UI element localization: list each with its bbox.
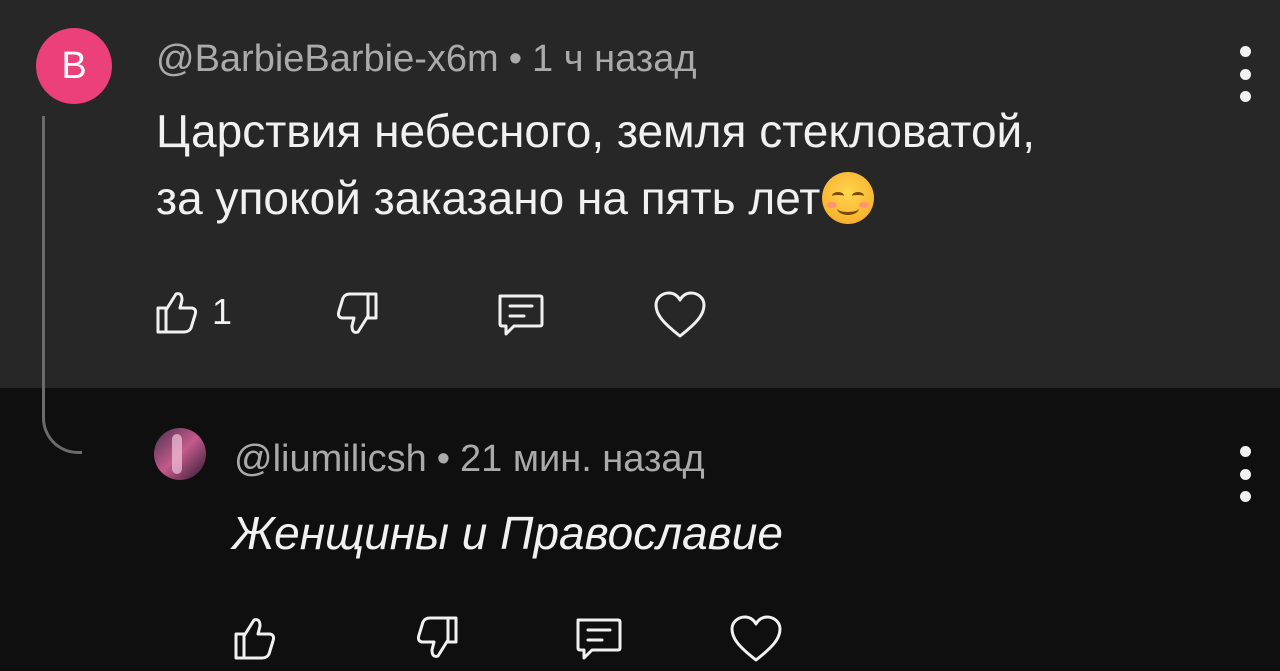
heart-button[interactable]	[652, 290, 708, 340]
reply-time[interactable]: 21 мин. назад	[460, 438, 705, 480]
dislike-button[interactable]	[332, 290, 380, 338]
reply-more-options-icon[interactable]	[1235, 446, 1255, 502]
thumbs-up-icon	[156, 292, 198, 334]
reply-username[interactable]: @liumilicsh	[234, 438, 427, 480]
reply-avatar[interactable]	[154, 428, 206, 480]
reply-comment-icon	[498, 294, 544, 336]
comment-text-line-1: Царствия небесного, земля стекловатой,	[156, 105, 1036, 157]
comment-time[interactable]: 1 ч назад	[532, 38, 696, 80]
reply-like-button[interactable]	[232, 614, 278, 662]
like-count: 1	[212, 291, 233, 332]
thumbs-up-icon	[234, 618, 276, 660]
reply-comment-icon	[576, 618, 622, 660]
like-button[interactable]: 1	[154, 288, 232, 336]
comment-meta: @BarbieBarbie-x6m • 1 ч назад	[156, 38, 697, 81]
reply-text: Женщины и Православие	[232, 507, 783, 559]
reply-heart-button[interactable]	[728, 614, 784, 664]
thumbs-down-icon	[416, 616, 458, 658]
avatar-letter: B	[61, 44, 87, 87]
reply-meta-separator: •	[436, 438, 451, 480]
avatar[interactable]: B	[36, 28, 112, 104]
meta-separator: •	[508, 38, 523, 80]
reply-button[interactable]	[494, 290, 546, 340]
comment-text: Царствия небесного, земля стекловатой, з…	[156, 98, 1035, 231]
reply-dislike-button[interactable]	[412, 614, 460, 662]
more-options-icon[interactable]	[1235, 46, 1255, 102]
heart-icon	[730, 615, 782, 662]
thread-connector-line	[42, 116, 82, 454]
comment-text-line-2: за упокой заказано на пять лет	[156, 171, 821, 224]
reply-reply-button[interactable]	[572, 614, 624, 664]
heart-icon	[654, 291, 706, 338]
comment-username[interactable]: @BarbieBarbie-x6m	[156, 38, 499, 80]
smiling-face-emoji-icon	[822, 171, 875, 224]
thumbs-down-icon	[336, 292, 378, 334]
comment-text-line-2-wrap: за упокой заказано на пять лет	[156, 165, 1035, 232]
reply-meta: @liumilicsh • 21 мин. назад	[234, 438, 705, 481]
